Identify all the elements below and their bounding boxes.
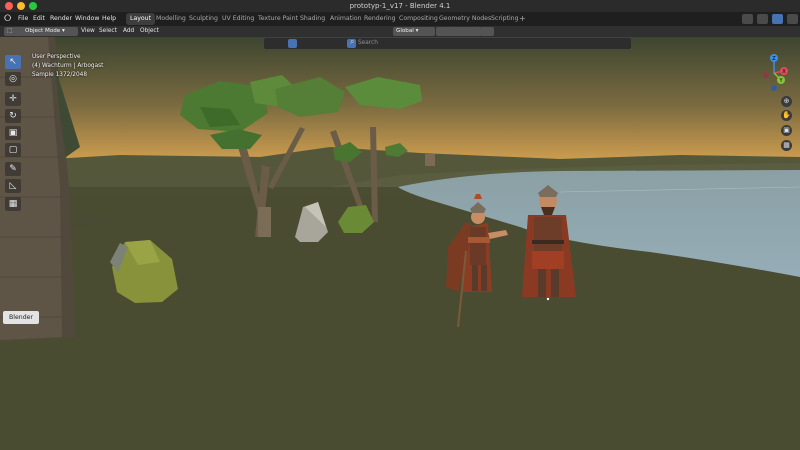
transform-orientation-select[interactable]: Global ▾	[393, 27, 435, 36]
window-title: prototyp-1_v17 - Blender 4.1	[349, 2, 451, 10]
mode-select[interactable]: Object Mode ▾	[22, 27, 78, 36]
menu-file[interactable]: File	[18, 12, 28, 26]
display-mode-icon[interactable]	[595, 39, 604, 48]
blender-logo-icon[interactable]: ⭘	[4, 12, 11, 26]
tab-texture-paint[interactable]: Texture Paint	[254, 13, 302, 25]
annotate-tool-icon[interactable]: ✎	[5, 162, 21, 176]
search-field[interactable]: Search	[358, 38, 378, 49]
scene-render	[0, 37, 800, 450]
filter-icon[interactable]	[608, 39, 617, 48]
scene-browse-icon[interactable]	[757, 14, 768, 24]
measure-tool-icon[interactable]: ◺	[5, 179, 21, 193]
cursor-tool-icon[interactable]: ◎	[5, 72, 21, 86]
add-cube-tool-icon[interactable]: ▦	[5, 197, 21, 211]
visibility-icon[interactable]	[266, 39, 275, 48]
perspective-toggle-icon[interactable]: ▦	[781, 140, 792, 151]
pan-hand-icon[interactable]: ✋	[781, 110, 792, 121]
menu-render[interactable]: Render	[50, 12, 72, 26]
tab-rendering[interactable]: Rendering	[360, 13, 400, 25]
overlay-toggle-icon[interactable]	[300, 39, 309, 48]
tab-uv-editing[interactable]: UV Editing	[218, 13, 258, 25]
view-layer-icon[interactable]	[772, 14, 783, 24]
orientation-label: Global	[396, 28, 414, 34]
mode-label: Object Mode	[25, 28, 61, 34]
selectability-icon[interactable]	[277, 39, 286, 48]
shield-icon[interactable]	[620, 39, 629, 48]
scale-tool-icon[interactable]: ▣	[5, 126, 21, 140]
gizmo-x-label: X	[782, 69, 786, 75]
editor-type-icon[interactable]: ⬚	[4, 27, 24, 36]
xray-icon[interactable]	[312, 39, 321, 48]
active-collection-label: (4) Wachturm | Arbogast	[32, 63, 104, 69]
top-bar: ⭘ File Edit Render Window Help Layout Mo…	[0, 12, 800, 27]
viewport-overlay-bar: ⌕ Search	[264, 37, 631, 49]
camera-view-icon[interactable]: ▣	[781, 125, 792, 136]
tooltip: Blender	[3, 311, 39, 324]
gizmo-z-label: Z	[772, 56, 776, 62]
menu-object[interactable]: Object	[140, 26, 159, 37]
proportional-editing-icon[interactable]	[480, 27, 494, 36]
tab-layout[interactable]: Layout	[126, 13, 156, 25]
view-layer-browse-icon[interactable]	[787, 14, 798, 24]
tab-shading[interactable]: Shading	[296, 13, 329, 25]
tab-sculpting[interactable]: Sculpting	[185, 13, 222, 25]
render-sample-label: Sample 1372/2048	[32, 72, 88, 78]
select-box-tool-icon[interactable]: ↖	[5, 55, 21, 69]
search-icon: ⌕	[350, 37, 355, 46]
viewport-header: ⬚ Object Mode ▾ View Select Add Object G…	[0, 26, 800, 37]
menu-help[interactable]: Help	[102, 12, 116, 26]
rotate-tool-icon[interactable]: ↻	[5, 109, 21, 123]
menu-view[interactable]: View	[81, 26, 95, 37]
menu-add[interactable]: Add	[123, 26, 134, 37]
wireframe-shading-icon[interactable]	[324, 39, 333, 48]
menu-window[interactable]: Window	[75, 12, 99, 26]
move-tool-icon[interactable]: ✛	[5, 92, 21, 106]
snap-options-icon[interactable]	[467, 27, 481, 36]
viewport-3d[interactable]: ↖ ◎ ✛ ↻ ▣ ▢ ✎ ◺ ▦ User Perspective (4) W…	[0, 37, 800, 450]
menu-edit[interactable]: Edit	[33, 12, 45, 26]
add-workspace-button[interactable]: +	[515, 13, 530, 25]
scene-icon[interactable]	[742, 14, 753, 24]
transform-tool-icon[interactable]: ▢	[5, 143, 21, 157]
bookmark-icon[interactable]	[582, 39, 591, 48]
menu-select[interactable]: Select	[99, 26, 117, 37]
axis-gizmo: X Z Y	[763, 54, 788, 91]
zoom-icon[interactable]: ⊕	[781, 96, 792, 107]
gizmo-toggle-icon[interactable]	[288, 39, 297, 48]
solid-shading-icon[interactable]	[335, 39, 344, 48]
view-perspective-label: User Perspective	[32, 54, 81, 60]
